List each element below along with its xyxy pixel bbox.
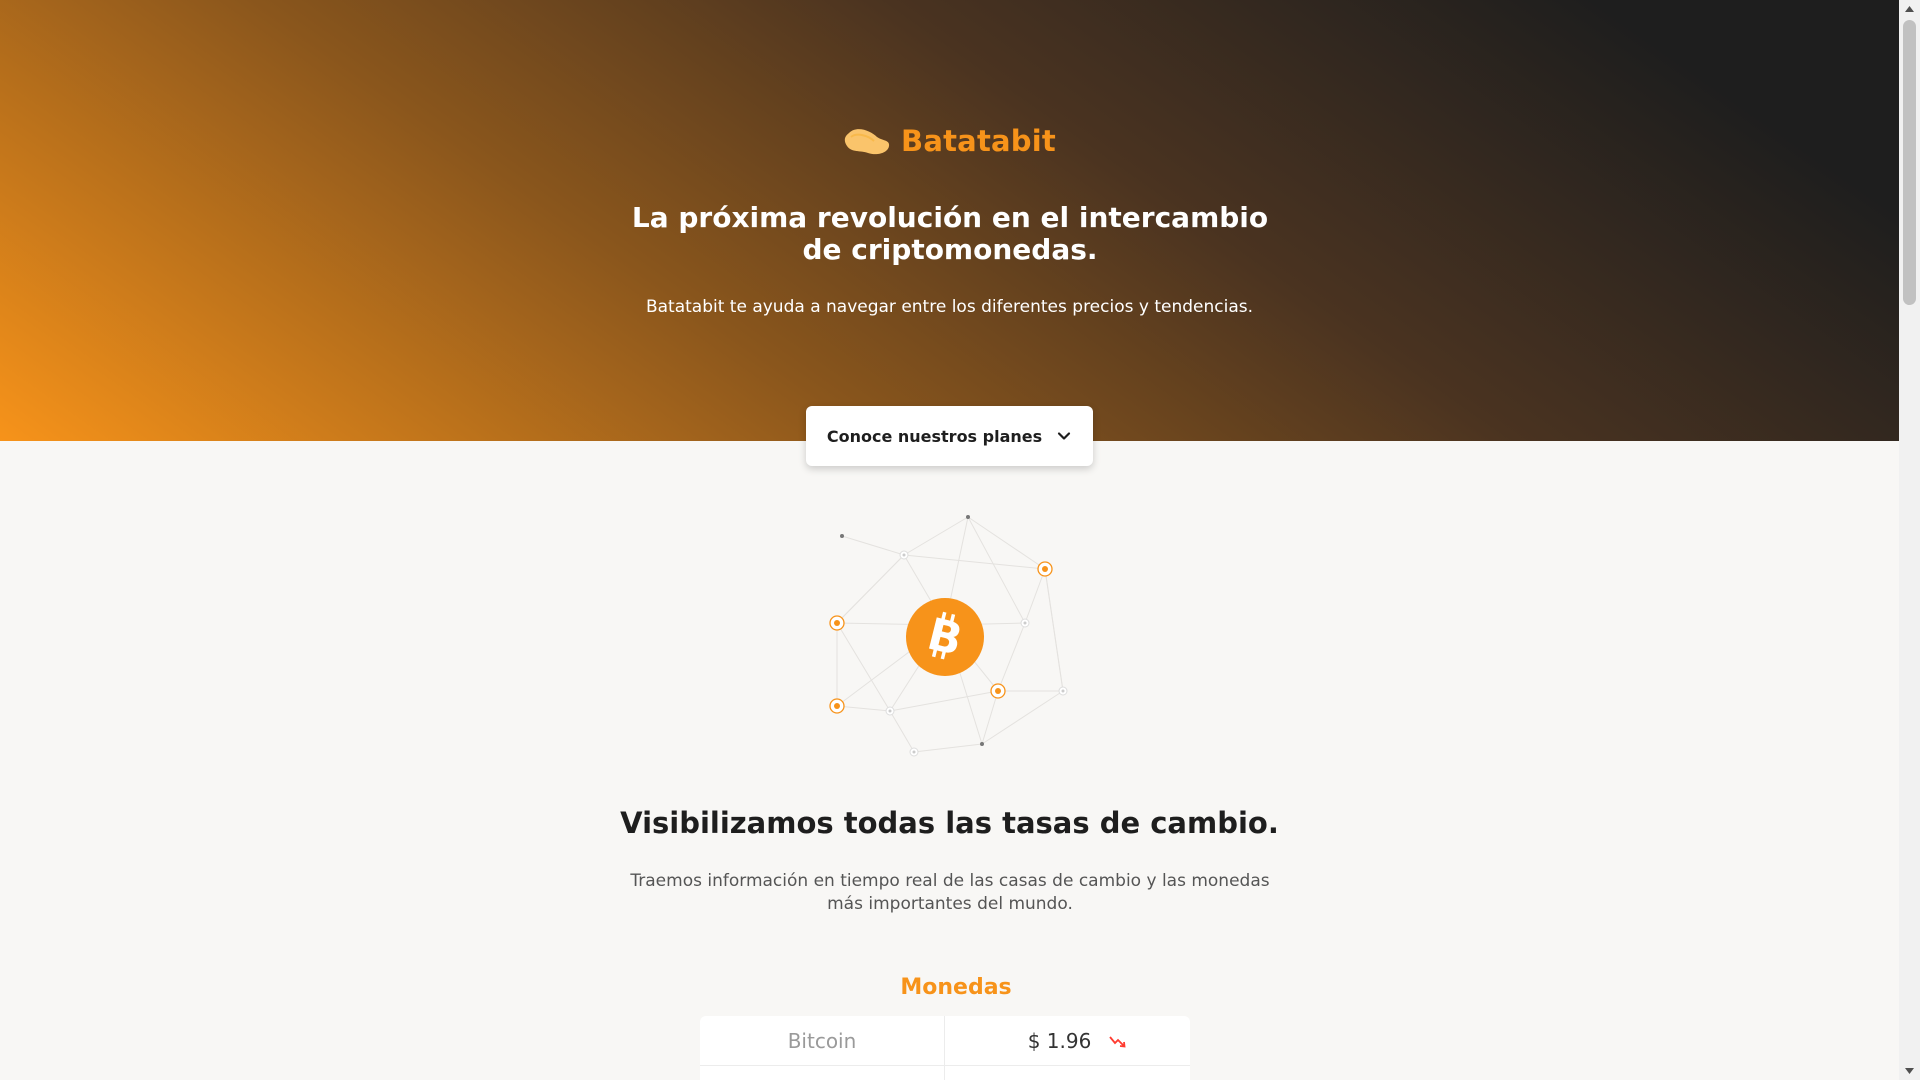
rates-title: Visibilizamos todas las tasas de cambio. (620, 806, 1279, 840)
hero-title: La próxima revolución en el intercambio … (631, 201, 1269, 266)
plans-button-label: Conoce nuestros planes (826, 426, 1043, 446)
brand-name: Batatabit (901, 124, 1056, 158)
potato-logo-icon (844, 129, 890, 155)
hero-section: Batatabit La próxima revolución en el in… (0, 0, 1899, 441)
scroll-up-arrow-icon[interactable] (1899, 0, 1920, 18)
page: Batatabit La próxima revolución en el in… (0, 0, 1899, 1080)
chevron-down-icon (1058, 432, 1071, 440)
table-row: Bitcoin $ 1.96 (700, 1016, 1190, 1066)
table-row (700, 1066, 1190, 1080)
coin-price: $ 1.96 (1027, 1028, 1092, 1053)
logo[interactable]: Batatabit (0, 124, 1899, 158)
bitcoin-network-icon: B (829, 515, 1068, 757)
trend-down-icon (1109, 1035, 1126, 1048)
scrollbar-thumb[interactable] (1903, 20, 1916, 305)
coin-price-empty (945, 1066, 1190, 1080)
scroll-down-arrow-icon[interactable] (1899, 1062, 1920, 1080)
coin-name: Bitcoin (700, 1016, 945, 1065)
page-scrollbar[interactable] (1899, 0, 1920, 1080)
coin-name-empty (700, 1066, 945, 1080)
coin-price-cell: $ 1.96 (945, 1016, 1190, 1065)
coins-table: Bitcoin $ 1.96 (700, 1016, 1190, 1080)
rates-description: Traemos información en tiempo real de la… (630, 871, 1270, 914)
plans-button[interactable]: Conoce nuestros planes (806, 406, 1093, 466)
coins-title: Monedas (900, 975, 1012, 1000)
hero-subtitle: Batatabit te ayuda a navegar entre los d… (645, 297, 1254, 317)
